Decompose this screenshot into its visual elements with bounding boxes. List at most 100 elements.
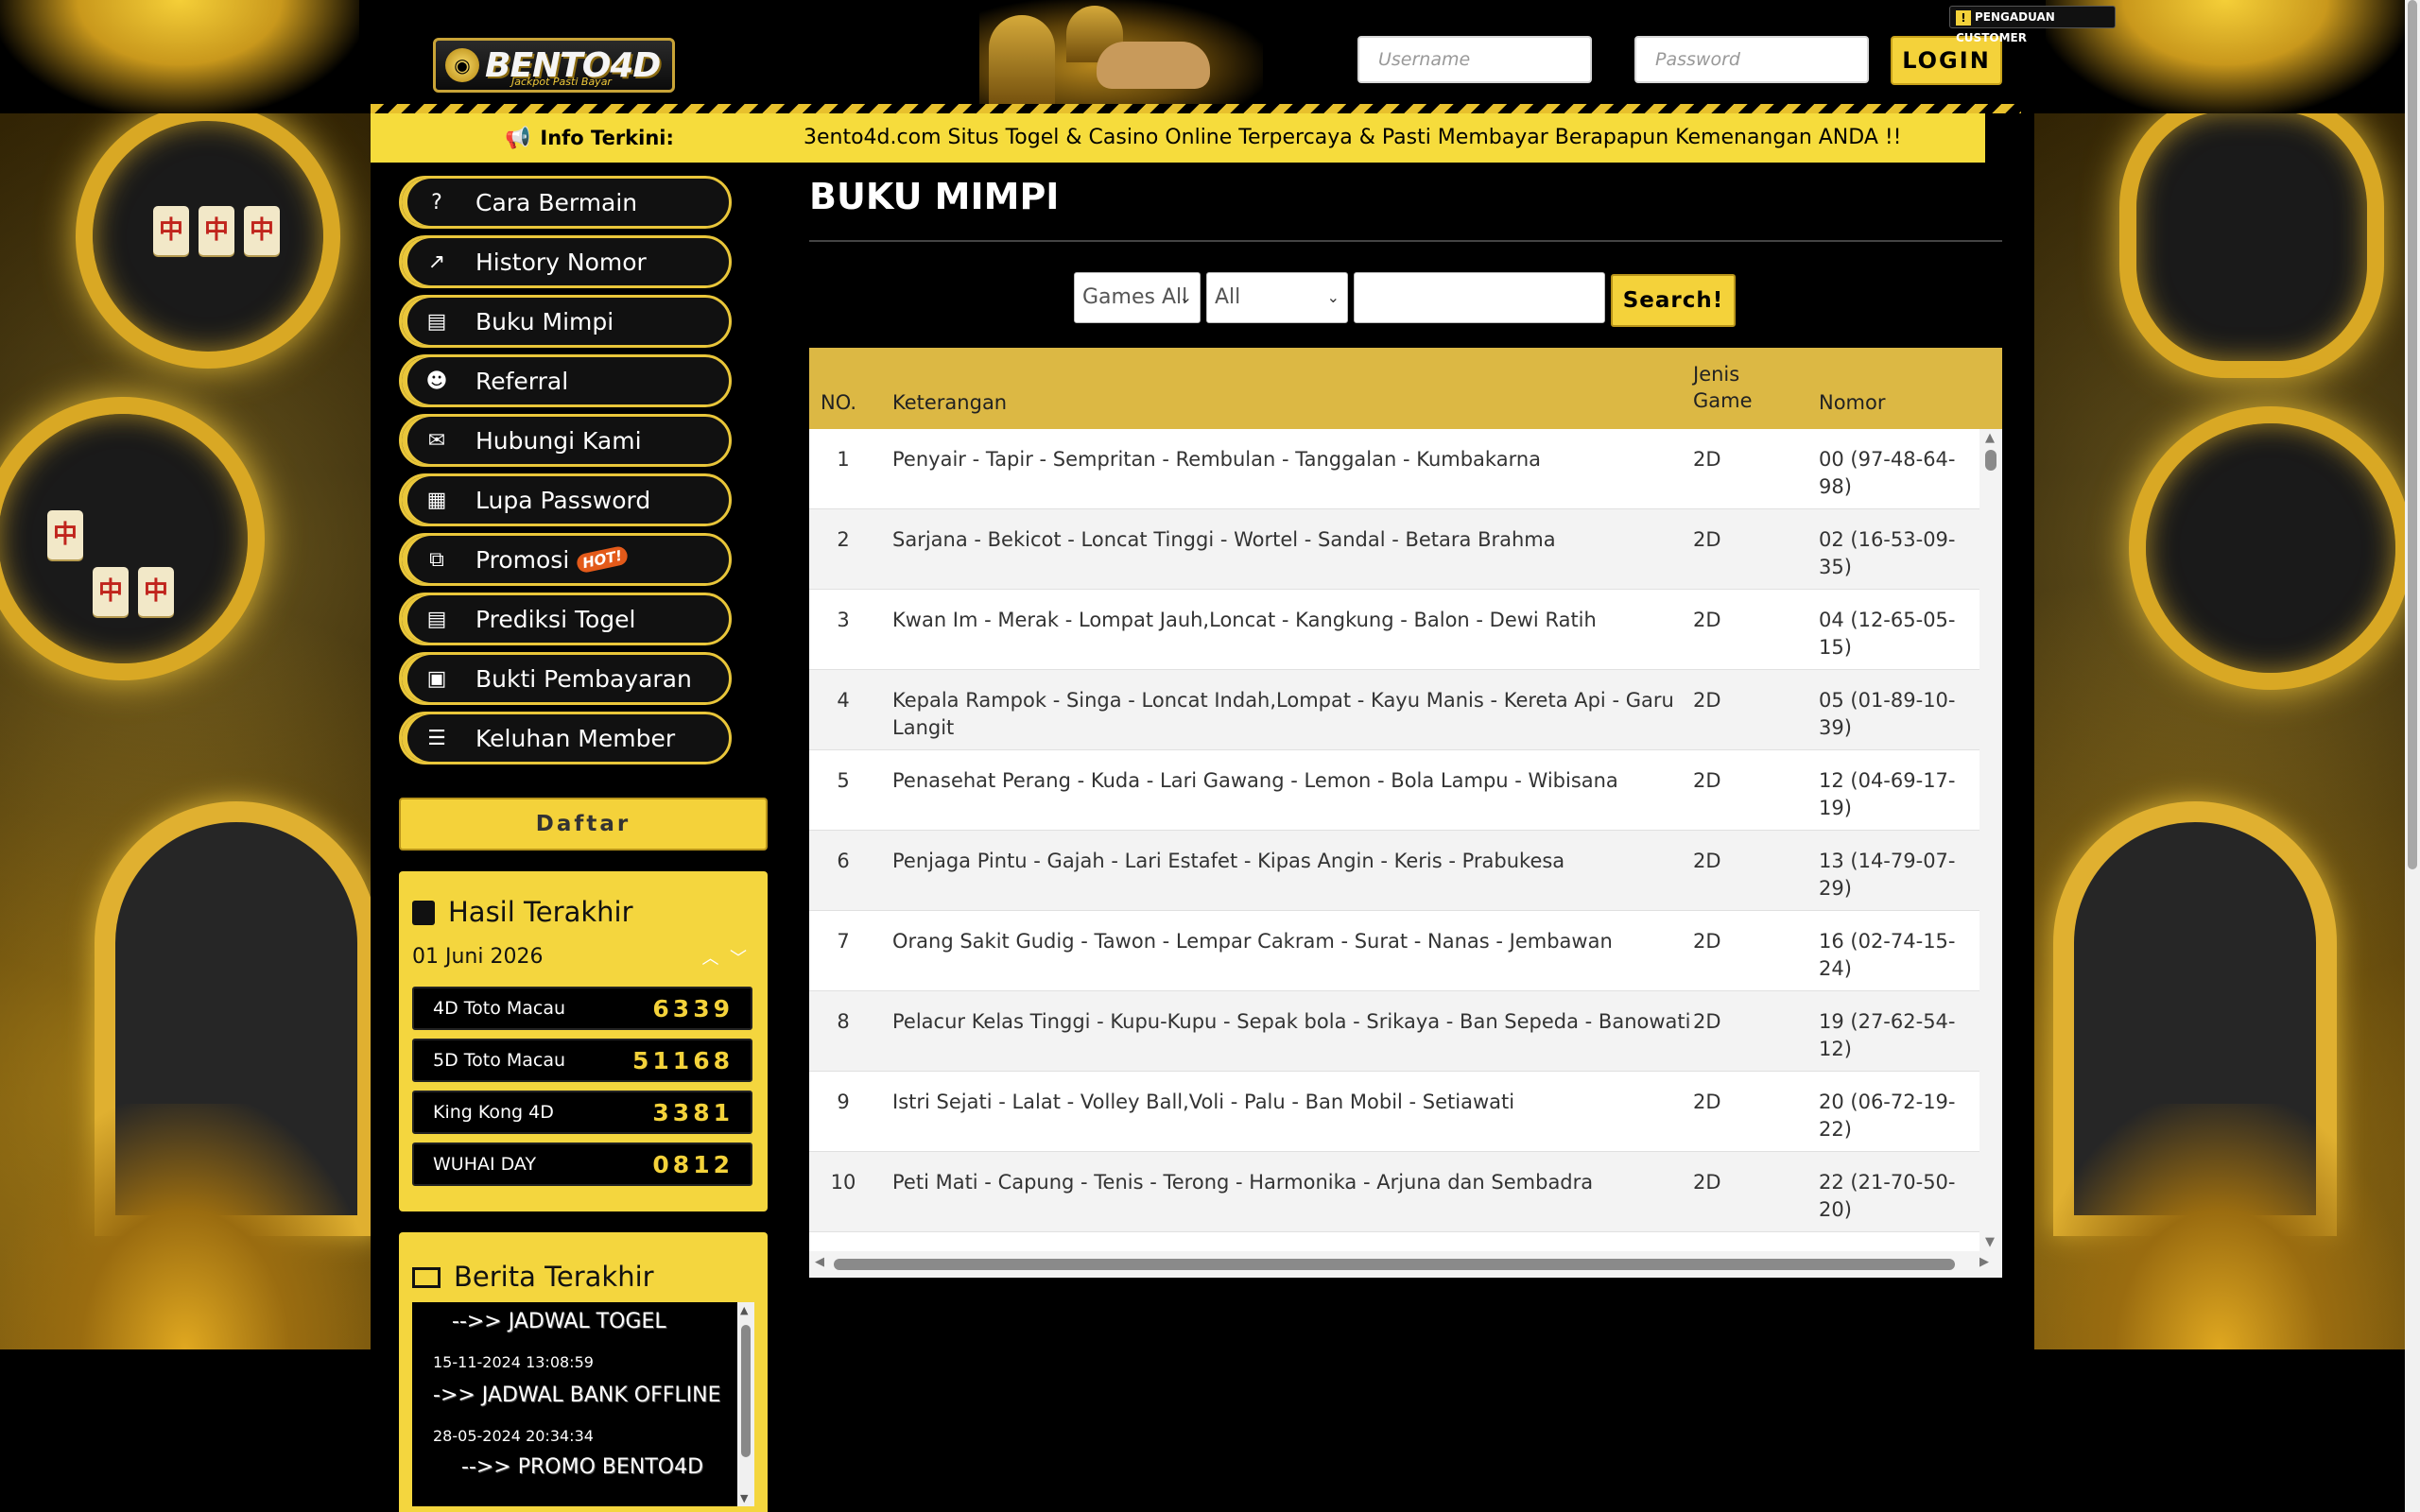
cell-number: 2 xyxy=(837,528,850,551)
table-row[interactable]: 3 Kwan Im - Merak - Lompat Jauh,Loncat - … xyxy=(809,590,1979,670)
scroll-thumb[interactable] xyxy=(741,1325,751,1457)
table-horizontal-scrollbar[interactable]: ◀ ▶ xyxy=(809,1251,2002,1278)
sidebar-item-label: Keluhan Member xyxy=(475,724,676,752)
scroll-down-icon[interactable]: ▼ xyxy=(740,1492,748,1504)
daftar-button[interactable]: Daftar xyxy=(399,798,768,850)
question-circle-icon: ? xyxy=(431,190,442,215)
category-filter-select[interactable]: All ⌄ xyxy=(1206,272,1348,323)
table-row[interactable]: 10 Peti Mati - Capung - Tenis - Terong - … xyxy=(809,1152,1979,1232)
sidebar-item-label: Cara Bermain xyxy=(475,188,638,216)
scroll-thumb[interactable] xyxy=(1985,450,1996,471)
news-scrollbar[interactable]: ▲ ▼ xyxy=(737,1302,754,1506)
scroll-thumb[interactable] xyxy=(834,1259,1955,1270)
table-body: 1 Penyair - Tapir - Sempritan - Rembulan … xyxy=(809,429,1979,1246)
cell-nomor: 20 (06-72-19-22) xyxy=(1819,1091,1956,1141)
result-number: 3381 xyxy=(652,1099,734,1126)
cell-jenis-game: 2D xyxy=(1693,930,1721,953)
chevron-down-icon[interactable]: ﹀ xyxy=(730,949,747,969)
result-nav-arrows[interactable]: ︿ ﹀ xyxy=(702,945,747,970)
newspaper-icon: ▤ xyxy=(426,607,447,631)
scroll-right-icon[interactable]: ▶ xyxy=(1979,1255,1989,1269)
calendar-icon xyxy=(412,901,435,925)
clone-icon: ⧉ xyxy=(429,547,444,572)
chevron-down-icon: ⌄ xyxy=(1179,288,1192,306)
newspaper-icon xyxy=(412,1267,441,1288)
cell-keterangan: Penjaga Pintu - Gajah - Lari Estafet - K… xyxy=(892,850,1565,872)
cell-jenis-game: 2D xyxy=(1693,689,1721,712)
search-button[interactable]: Search! xyxy=(1611,274,1736,327)
search-input[interactable] xyxy=(1354,272,1605,323)
megaphone-icon: 📢 xyxy=(505,127,531,150)
latest-results-title-text: Hasil Terakhir xyxy=(448,896,633,928)
info-label: 📢 Info Terkini: xyxy=(505,113,674,163)
news-item-title[interactable]: -->> JADWAL TOGEL xyxy=(452,1310,666,1333)
scroll-up-icon[interactable]: ▲ xyxy=(740,1304,748,1316)
site-logo[interactable]: ◉ BENTO4D Jackpot Pasti Bayar xyxy=(433,38,675,93)
games-filter-select[interactable]: Games All ⌄ xyxy=(1074,272,1201,323)
latest-results-date: 01 Juni 2026 xyxy=(412,945,544,969)
cell-jenis-game: 2D xyxy=(1693,850,1721,872)
mahjong-tile: 中 xyxy=(93,567,129,616)
sidebar-item-prediksi-togel[interactable]: ▤ Prediksi Togel xyxy=(399,593,732,645)
latest-results-title: Hasil Terakhir xyxy=(412,896,633,928)
table-row[interactable]: 8 Pelacur Kelas Tinggi - Kupu-Kupu - Sepa… xyxy=(809,991,1979,1072)
chevron-up-icon[interactable]: ︿ xyxy=(702,949,719,969)
hot-badge: HOT! xyxy=(575,544,631,575)
cell-jenis-game: 2D xyxy=(1693,609,1721,631)
mahjong-tile: 中 xyxy=(199,206,234,255)
sidebar-item-promosi[interactable]: ⧉ Promosi HOT! xyxy=(399,533,732,586)
sidebar-item-label: Prediksi Togel xyxy=(475,605,636,633)
cell-jenis-game: 2D xyxy=(1693,1091,1721,1113)
scroll-up-icon[interactable]: ▲ xyxy=(1985,431,1995,445)
table-row[interactable]: 6 Penjaga Pintu - Gajah - Lari Estafet - … xyxy=(809,831,1979,911)
news-item-title[interactable]: ->> JADWAL BANK OFFLINE xyxy=(433,1383,721,1407)
sidebar-item-referral[interactable]: ☻ Referral xyxy=(399,354,732,407)
sidebar-item-label: Promosi xyxy=(475,545,570,574)
cell-nomor: 19 (27-62-54-12) xyxy=(1819,1010,1956,1060)
column-header-nomor: Nomor xyxy=(1819,391,1886,414)
page-scrollbar[interactable] xyxy=(2405,0,2420,1512)
sidebar-item-keluhan-member[interactable]: ☰ Keluhan Member xyxy=(399,712,732,765)
decorative-frame xyxy=(0,397,265,680)
customer-complaint-button[interactable]: ! PENGADUAN CUSTOMER xyxy=(1949,6,2116,44)
scroll-left-icon[interactable]: ◀ xyxy=(815,1255,824,1269)
cell-number: 10 xyxy=(830,1171,856,1194)
cell-nomor: 02 (16-53-09-35) xyxy=(1819,528,1956,578)
page-scroll-thumb[interactable] xyxy=(2408,0,2417,869)
sidebar-item-label: Referral xyxy=(475,367,569,395)
table-row[interactable]: 7 Orang Sakit Gudig - Tawon - Lempar Cakr… xyxy=(809,911,1979,991)
scroll-down-icon[interactable]: ▼ xyxy=(1985,1235,1995,1249)
result-game-name: King Kong 4D xyxy=(433,1102,554,1123)
cell-keterangan: Penyair - Tapir - Sempritan - Rembulan -… xyxy=(892,448,1542,471)
cell-nomor: 13 (14-79-07-29) xyxy=(1819,850,1956,900)
table-row[interactable]: 5 Penasehat Perang - Kuda - Lari Gawang -… xyxy=(809,750,1979,831)
sidebar-item-label: Lupa Password xyxy=(475,486,651,514)
table-header: NO. Keterangan Jenis Game Nomor xyxy=(809,348,2002,429)
result-number: 51168 xyxy=(632,1047,734,1074)
news-item-title[interactable]: -->> PROMO BENTO4D xyxy=(461,1455,703,1479)
sidebar-item-buku-mimpi[interactable]: ▤ Buku Mimpi xyxy=(399,295,732,348)
table-row[interactable]: 9 Istri Sejati - Lalat - Volley Ball,Voli… xyxy=(809,1072,1979,1152)
cell-nomor: 05 (01-89-10-39) xyxy=(1819,689,1956,739)
latest-news-panel: Berita Terakhir -->> JADWAL TOGEL 15-11-… xyxy=(399,1232,768,1512)
page-title: BUKU MIMPI xyxy=(809,176,1060,217)
cell-number: 7 xyxy=(837,930,850,953)
table-row[interactable]: 2 Sarjana - Bekicot - Loncat Tinggi - Wor… xyxy=(809,509,1979,590)
cell-nomor: 16 (02-74-15-24) xyxy=(1819,930,1956,980)
sidebar-item-lupa-password[interactable]: ▦ Lupa Password xyxy=(399,473,732,526)
header-ornament-left xyxy=(0,0,359,113)
sidebar-item-history-nomor[interactable]: ↗ History Nomor xyxy=(399,235,732,288)
mahjong-tile: 中 xyxy=(153,206,189,255)
calendar-icon: ▦ xyxy=(426,488,447,512)
dream-book-table: NO. Keterangan Jenis Game Nomor 1 Penyair… xyxy=(809,348,2002,1278)
result-game-name: WUHAI DAY xyxy=(433,1154,537,1175)
sidebar-item-hubungi-kami[interactable]: ✉ Hubungi Kami xyxy=(399,414,732,467)
sidebar-item-cara-bermain[interactable]: ? Cara Bermain xyxy=(399,176,732,229)
sidebar-item-bukti-pembayaran[interactable]: ▣ Bukti Pembayaran xyxy=(399,652,732,705)
table-vertical-scrollbar[interactable]: ▲ ▼ xyxy=(1979,429,2002,1251)
table-row[interactable]: 4 Kepala Rampok - Singa - Loncat Indah,Lo… xyxy=(809,670,1979,750)
password-input[interactable]: Password xyxy=(1634,36,1869,83)
username-input[interactable]: Username xyxy=(1357,36,1592,83)
cell-jenis-game: 2D xyxy=(1693,448,1721,471)
table-row[interactable]: 1 Penyair - Tapir - Sempritan - Rembulan … xyxy=(809,429,1979,509)
